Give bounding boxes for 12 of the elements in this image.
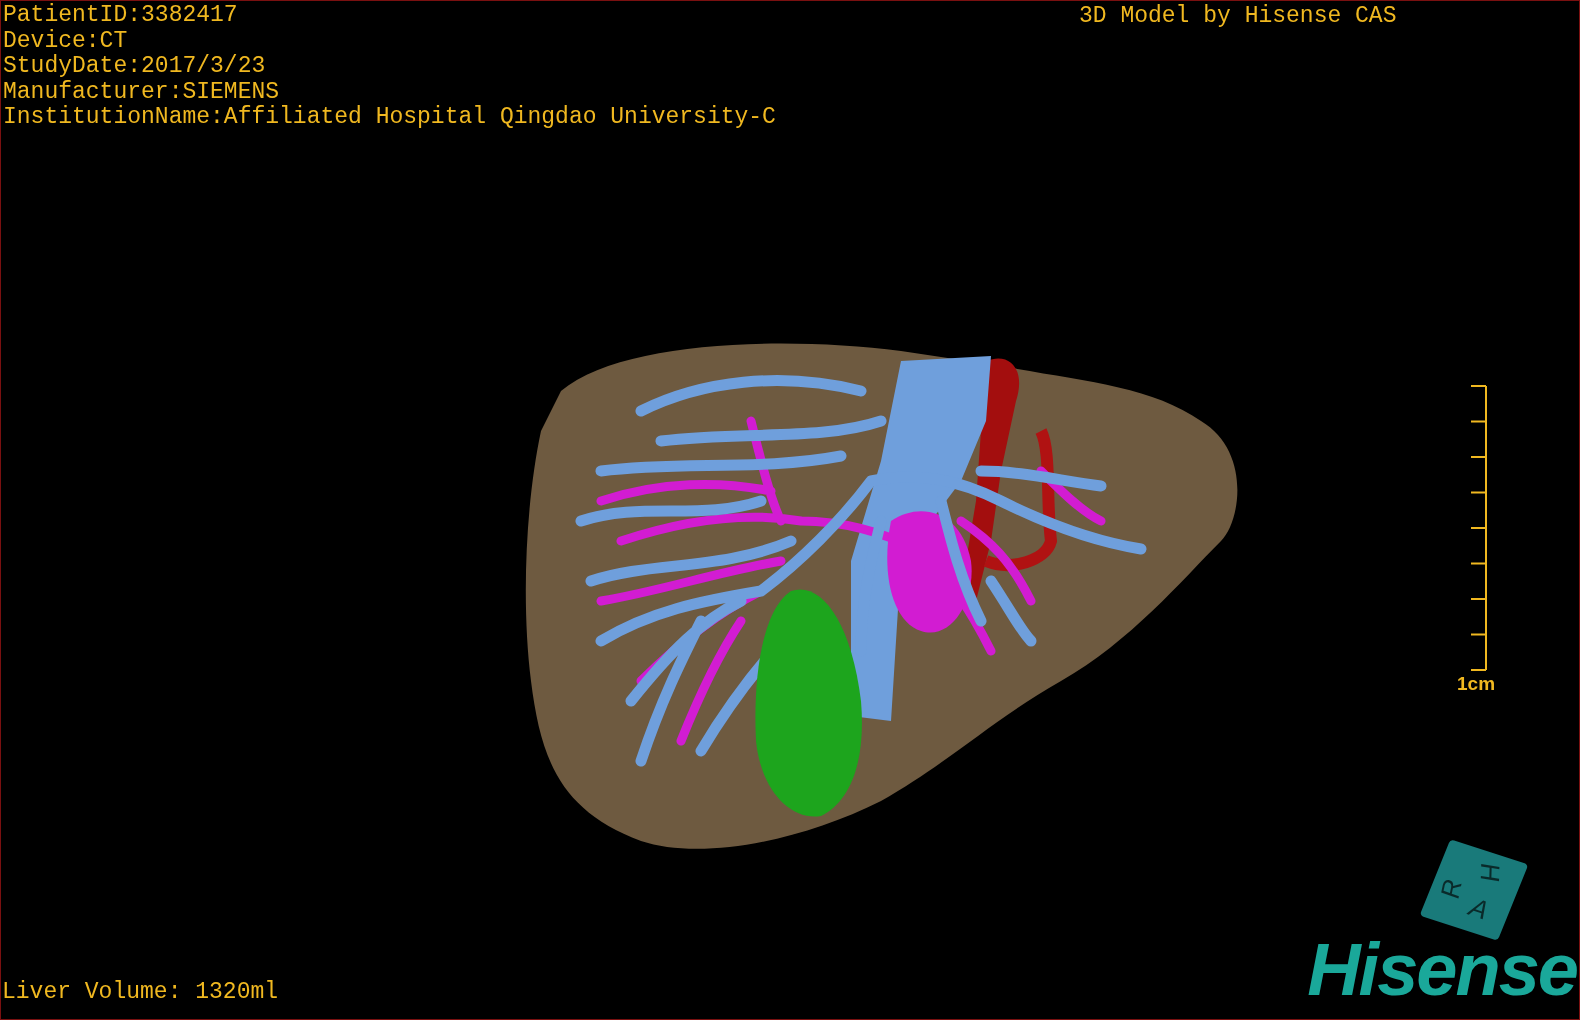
- liver-volume-text: Liver Volume: 1320ml: [2, 979, 279, 1005]
- study-info-text: Device:CT: [3, 28, 129, 54]
- study-info-text: Manufacturer:SIEMENS: [3, 79, 281, 105]
- cube-face-letter: A: [1465, 893, 1493, 924]
- study-info-text: StudyDate:2017/3/23: [3, 54, 267, 80]
- study-info-text: PatientID:3382417: [3, 3, 239, 29]
- viewer-title: 3D Model by Hisense CAS: [1079, 4, 1397, 30]
- cube-face-letter: H: [1476, 862, 1504, 882]
- study-info-text: InstitutionName:Affiliated Hospital Qingdao University-C: [3, 105, 776, 131]
- cube-face-letter: R: [1436, 877, 1467, 900]
- orientation-cube[interactable]: H R A: [1419, 839, 1529, 941]
- scale-label: 1cm: [1457, 673, 1496, 695]
